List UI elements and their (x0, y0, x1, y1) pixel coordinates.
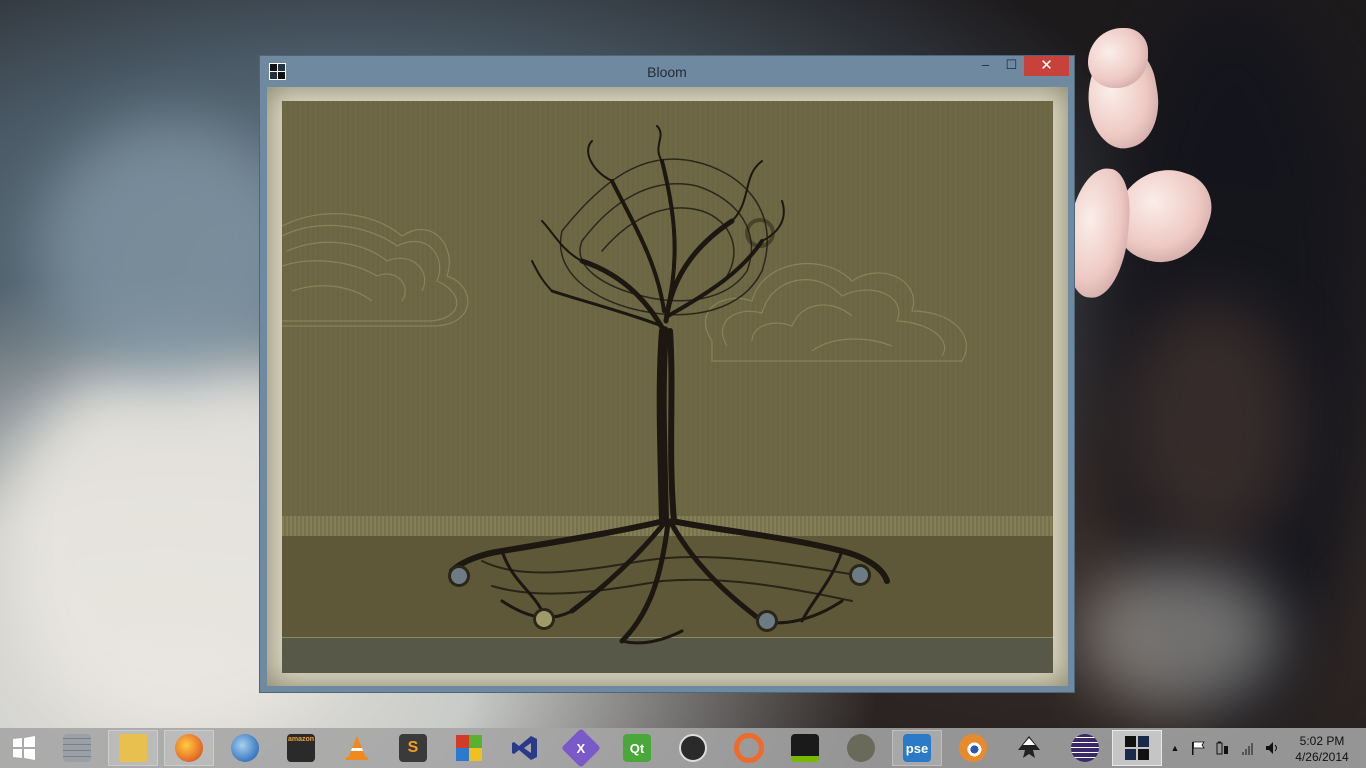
taskbar-nvidia[interactable] (780, 730, 830, 766)
taskbar-vlc[interactable] (332, 730, 382, 766)
action-center-button[interactable] (1188, 728, 1208, 768)
network-button[interactable] (1238, 728, 1258, 768)
taskbar-qt-creator[interactable]: Qt (612, 730, 662, 766)
taskbar-blender[interactable] (948, 730, 998, 766)
title-bar[interactable]: Bloom – ☐ ✕ (260, 56, 1074, 86)
close-button[interactable]: ✕ (1024, 56, 1069, 76)
taskbar-firefox[interactable] (164, 730, 214, 766)
maximize-button[interactable]: ☐ (998, 56, 1025, 76)
amazon-icon: amazon (287, 734, 315, 762)
battery-icon (1216, 741, 1228, 755)
taskbar-amazon-mp3[interactable]: amazon (276, 730, 326, 766)
taskbar-xamarin[interactable]: X (556, 728, 606, 768)
chevron-up-icon: ▲ (1170, 743, 1180, 753)
office-tiles-icon (456, 735, 482, 761)
action-center-flag-icon (1192, 741, 1205, 755)
root-slot[interactable] (756, 610, 778, 632)
taskbar-office-app[interactable] (444, 730, 494, 766)
pse-icon: pse (903, 734, 931, 762)
show-hidden-icons-button[interactable]: ▲ (1168, 728, 1182, 768)
taskbar-bloom[interactable] (1112, 730, 1162, 766)
root-slot[interactable] (448, 565, 470, 587)
qt-icon: Qt (623, 734, 651, 762)
taskbar-visual-studio[interactable] (500, 730, 550, 766)
thunderbird-icon (231, 734, 259, 762)
volume-icon (1266, 742, 1277, 754)
folder-icon (119, 734, 147, 762)
taskbar-origin[interactable] (724, 730, 774, 766)
taskbar-thunderbird[interactable] (220, 730, 270, 766)
blender-icon (959, 734, 987, 762)
bloom-window: Bloom – ☐ ✕ (259, 55, 1075, 693)
taskbar-wall-app[interactable] (52, 730, 102, 766)
clock-date: 4/26/2014 (1295, 750, 1349, 764)
taskbar-photoshop-elements[interactable]: pse (892, 730, 942, 766)
start-button[interactable] (0, 730, 48, 766)
taskbar: amazon S X Qt pse ▲ 5:02 PM 4/26/2014 (0, 728, 1366, 768)
taskbar-file-explorer[interactable] (108, 730, 158, 766)
network-signal-icon (1242, 743, 1253, 755)
firefox-icon (175, 734, 203, 762)
game-canvas[interactable] (282, 101, 1053, 673)
origin-icon (734, 733, 764, 763)
visual-studio-icon (512, 736, 537, 760)
xamarin-icon: X (561, 728, 601, 768)
inkscape-icon (1018, 736, 1040, 758)
window-title: Bloom (647, 64, 687, 80)
root-slot[interactable] (533, 608, 555, 630)
taskbar-inkscape[interactable] (1004, 730, 1054, 766)
vlc-cone-icon (346, 736, 368, 760)
power-button[interactable] (1212, 728, 1232, 768)
brick-wall-icon (63, 734, 91, 762)
taskbar-gimp[interactable] (836, 730, 886, 766)
window-client-area (267, 87, 1068, 686)
volume-button[interactable] (1262, 728, 1282, 768)
nvidia-icon (791, 734, 819, 762)
eclipse-icon (1071, 734, 1099, 762)
system-clock[interactable]: 5:02 PM 4/26/2014 (1286, 733, 1358, 765)
taskbar-steam[interactable] (668, 730, 718, 766)
minimize-button[interactable]: – (972, 56, 999, 76)
taskbar-sublime-text[interactable]: S (388, 730, 438, 766)
windows-logo-icon (13, 736, 35, 760)
steam-icon (679, 734, 707, 762)
sublime-icon: S (399, 734, 427, 762)
gimp-icon (847, 734, 875, 762)
tree-drawing (449, 125, 890, 645)
bloom-app-icon (1125, 736, 1149, 760)
blossom-flower (1062, 28, 1228, 328)
taskbar-eclipse[interactable] (1060, 730, 1110, 766)
clock-time: 5:02 PM (1299, 734, 1345, 748)
root-slot[interactable] (849, 564, 871, 586)
